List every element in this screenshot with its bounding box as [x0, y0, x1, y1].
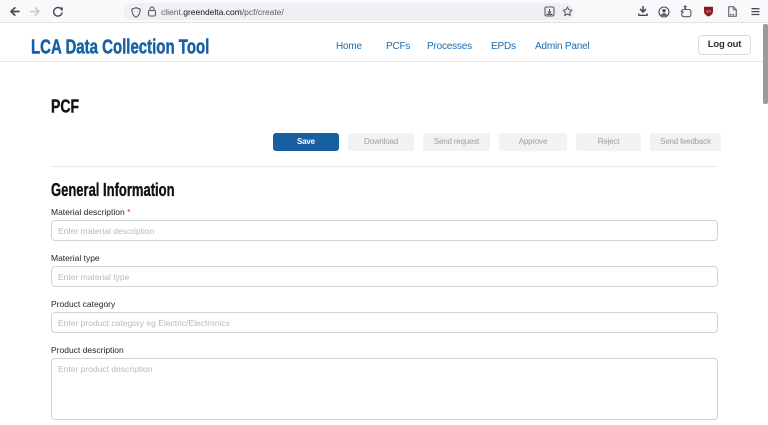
svg-text:uO: uO	[706, 9, 711, 13]
